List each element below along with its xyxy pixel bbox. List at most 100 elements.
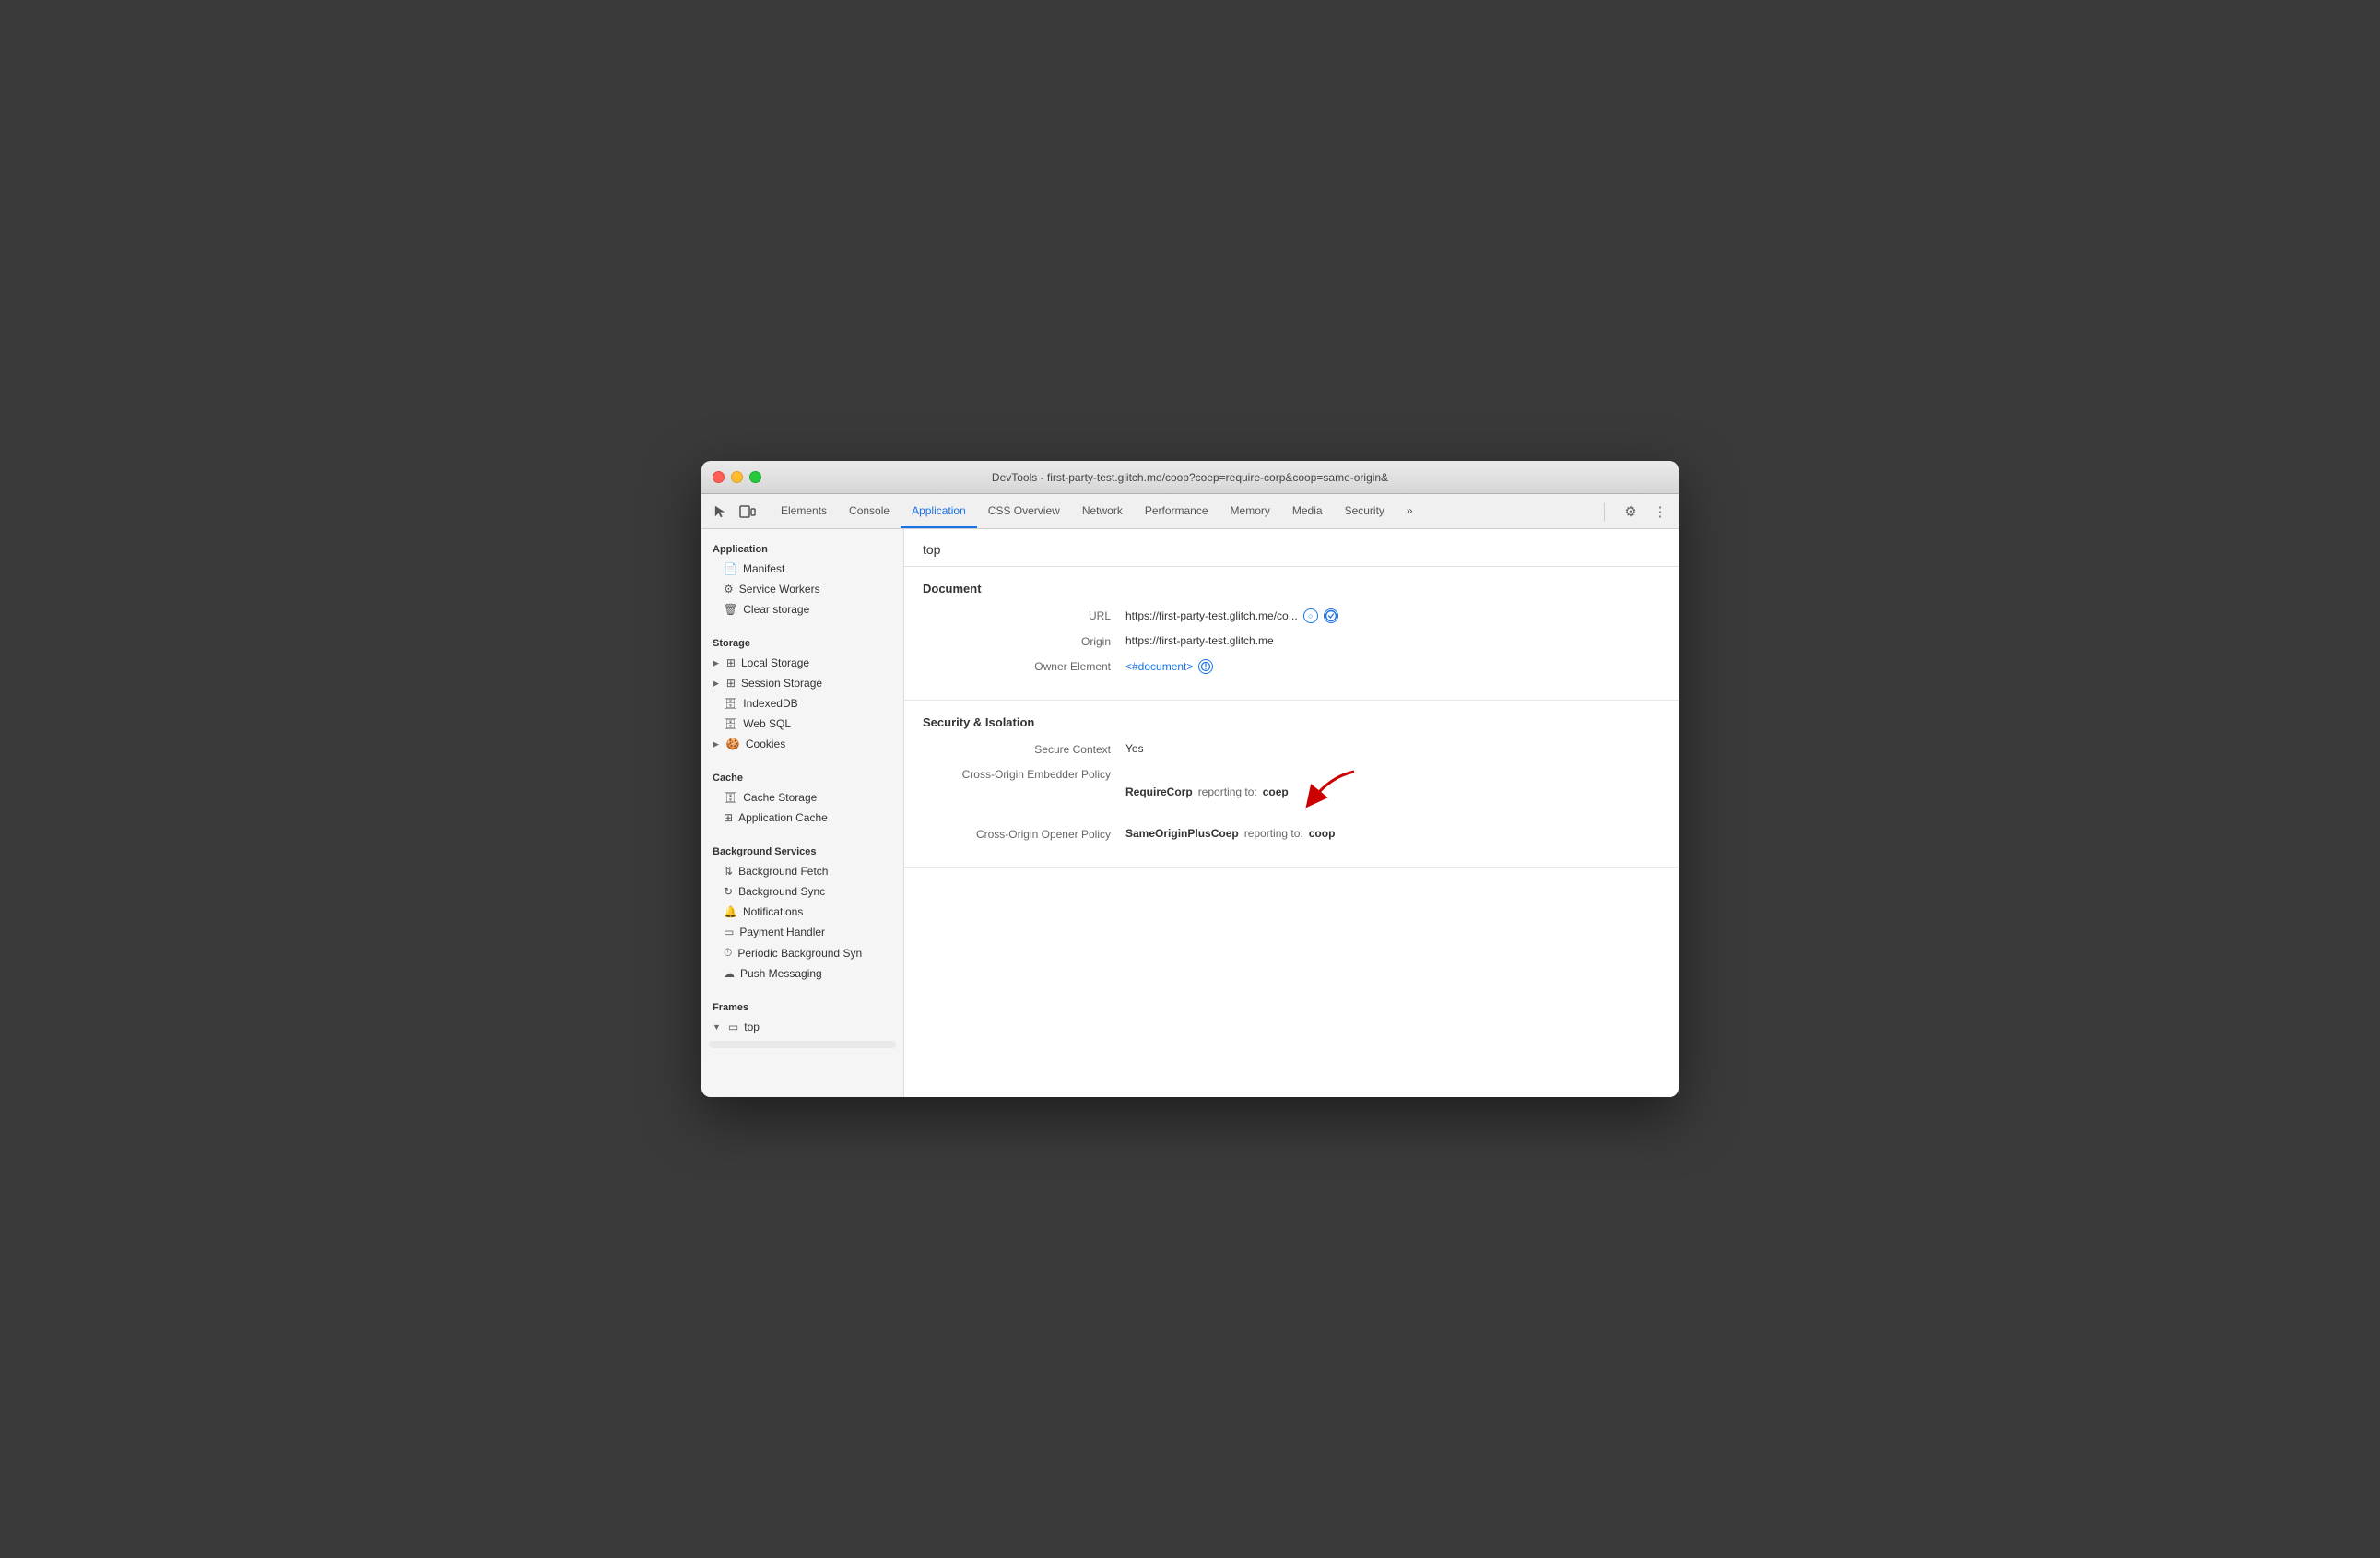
sidebar-item-cache-storage[interactable]: 🗄 Cache Storage bbox=[701, 787, 903, 808]
url-circle-icon-1[interactable]: ○ bbox=[1303, 608, 1318, 623]
coop-value-container: SameOriginPlusCoep reporting to: coop bbox=[1125, 827, 1335, 840]
cookies-icon: 🍪 bbox=[726, 738, 740, 750]
tab-console[interactable]: Console bbox=[838, 494, 901, 528]
background-fetch-icon: ⇅ bbox=[724, 865, 733, 878]
sidebar-item-session-storage[interactable]: ▶ ⊞ Session Storage bbox=[701, 673, 903, 693]
sidebar-item-indexeddb[interactable]: 🗄 IndexedDB bbox=[701, 693, 903, 714]
sidebar-item-application-cache[interactable]: ⊞ Application Cache bbox=[701, 808, 903, 828]
coop-reporting-value: coop bbox=[1309, 827, 1336, 840]
local-storage-icon: ⊞ bbox=[726, 656, 736, 669]
sidebar-item-manifest[interactable]: 📄 Manifest bbox=[701, 559, 903, 579]
device-toggle-icon[interactable] bbox=[736, 501, 759, 523]
sidebar: Application 📄 Manifest ⚙ Service Workers… bbox=[701, 529, 904, 1097]
expand-arrow-icon: ▶ bbox=[713, 658, 719, 668]
periodic-bg-sync-icon: ⏱ bbox=[724, 946, 732, 960]
settings-icon[interactable]: ⚙ bbox=[1620, 501, 1642, 523]
close-button[interactable] bbox=[713, 471, 725, 483]
coep-label: Cross-Origin Embedder Policy bbox=[923, 767, 1125, 781]
sidebar-item-local-storage[interactable]: ▶ ⊞ Local Storage bbox=[701, 653, 903, 673]
tabbar-right-controls: ⚙ ⋮ bbox=[1596, 494, 1671, 528]
sidebar-item-payment-handler[interactable]: ▭ Payment Handler bbox=[701, 922, 903, 942]
coop-value: SameOriginPlusCoep bbox=[1125, 827, 1239, 840]
traffic-lights bbox=[713, 471, 761, 483]
devtools-window: DevTools - first-party-test.glitch.me/co… bbox=[701, 461, 1679, 1097]
sidebar-item-background-sync[interactable]: ↻ Background Sync bbox=[701, 881, 903, 902]
url-value: https://first-party-test.glitch.me/co... bbox=[1125, 609, 1298, 622]
sidebar-item-background-fetch[interactable]: ⇅ Background Fetch bbox=[701, 861, 903, 881]
secure-context-value: Yes bbox=[1125, 742, 1144, 755]
tab-elements[interactable]: Elements bbox=[770, 494, 838, 528]
sidebar-item-push-messaging[interactable]: ☁ Push Messaging bbox=[701, 963, 903, 984]
service-workers-icon: ⚙ bbox=[724, 583, 734, 596]
tab-network[interactable]: Network bbox=[1071, 494, 1134, 528]
security-section: Security & Isolation Secure Context Yes … bbox=[904, 701, 1679, 868]
content-area: top Document URL https://first-party-tes… bbox=[904, 529, 1679, 1097]
secure-context-label: Secure Context bbox=[923, 742, 1125, 756]
app-cache-icon: ⊞ bbox=[724, 811, 733, 824]
sidebar-section-storage: Storage bbox=[701, 631, 903, 653]
url-circle-icon-2[interactable] bbox=[1324, 608, 1338, 623]
secure-context-field-row: Secure Context Yes bbox=[923, 742, 1660, 756]
more-options-icon[interactable]: ⋮ bbox=[1649, 501, 1671, 523]
url-label: URL bbox=[923, 608, 1125, 622]
sidebar-item-top-frame[interactable]: ▼ ▭ top bbox=[701, 1017, 903, 1037]
sidebar-item-service-workers[interactable]: ⚙ Service Workers bbox=[701, 579, 903, 599]
tabbar-tool-icons bbox=[709, 494, 759, 528]
red-arrow-annotation bbox=[1303, 767, 1359, 816]
url-value-container: https://first-party-test.glitch.me/co...… bbox=[1125, 608, 1338, 623]
coep-value-container: RequireCorp reporting to: coep bbox=[1125, 767, 1359, 816]
frame-arrow-icon: ▼ bbox=[713, 1022, 721, 1032]
security-section-title: Security & Isolation bbox=[923, 715, 1660, 729]
sidebar-item-notifications[interactable]: 🔔 Notifications bbox=[701, 902, 903, 922]
owner-element-value[interactable]: <#document> bbox=[1125, 659, 1213, 674]
manifest-icon: 📄 bbox=[724, 562, 737, 575]
owner-element-label: Owner Element bbox=[923, 659, 1125, 673]
maximize-button[interactable] bbox=[749, 471, 761, 483]
tab-application[interactable]: Application bbox=[901, 494, 977, 528]
clear-storage-icon: 🗑 bbox=[724, 603, 737, 616]
sidebar-item-cookies[interactable]: ▶ 🍪 Cookies bbox=[701, 734, 903, 754]
coep-value: RequireCorp bbox=[1125, 785, 1193, 798]
owner-element-field-row: Owner Element <#document> bbox=[923, 659, 1660, 674]
coep-field-row: Cross-Origin Embedder Policy RequireCorp… bbox=[923, 767, 1660, 816]
origin-field-row: Origin https://first-party-test.glitch.m… bbox=[923, 634, 1660, 648]
sidebar-section-frames: Frames bbox=[701, 995, 903, 1017]
payment-handler-icon: ▭ bbox=[724, 926, 734, 938]
tabbar: Elements Console Application CSS Overvie… bbox=[701, 494, 1679, 529]
session-storage-icon: ⊞ bbox=[726, 677, 736, 690]
coop-label: Cross-Origin Opener Policy bbox=[923, 827, 1125, 841]
tab-more[interactable]: » bbox=[1396, 494, 1424, 528]
cursor-icon[interactable] bbox=[709, 501, 731, 523]
coop-field-row: Cross-Origin Opener Policy SameOriginPlu… bbox=[923, 827, 1660, 841]
coop-reporting-label: reporting to: bbox=[1244, 827, 1303, 840]
sidebar-section-cache: Cache bbox=[701, 765, 903, 787]
document-section-title: Document bbox=[923, 582, 1660, 596]
frame-title: top bbox=[904, 529, 1679, 567]
websql-icon: 🗄 bbox=[724, 717, 737, 730]
background-sync-icon: ↻ bbox=[724, 885, 733, 898]
tab-security[interactable]: Security bbox=[1334, 494, 1396, 528]
minimize-button[interactable] bbox=[731, 471, 743, 483]
coep-reporting-label: reporting to: bbox=[1198, 785, 1257, 798]
sidebar-item-periodic-bg-sync[interactable]: ⏱ Periodic Background Syn bbox=[701, 942, 903, 963]
push-messaging-icon: ☁ bbox=[724, 967, 735, 980]
expand-arrow-icon: ▶ bbox=[713, 679, 719, 689]
owner-element-circle-icon[interactable] bbox=[1198, 659, 1213, 674]
sidebar-section-application: Application bbox=[701, 537, 903, 559]
notifications-icon: 🔔 bbox=[724, 905, 737, 918]
window-title: DevTools - first-party-test.glitch.me/co… bbox=[992, 471, 1388, 484]
sidebar-item-clear-storage[interactable]: 🗑 Clear storage bbox=[701, 599, 903, 620]
cache-storage-icon: 🗄 bbox=[724, 791, 737, 804]
origin-value: https://first-party-test.glitch.me bbox=[1125, 634, 1274, 647]
expand-arrow-icon: ▶ bbox=[713, 739, 719, 749]
url-field-row: URL https://first-party-test.glitch.me/c… bbox=[923, 608, 1660, 623]
document-section: Document URL https://first-party-test.gl… bbox=[904, 567, 1679, 701]
tab-media[interactable]: Media bbox=[1281, 494, 1334, 528]
tab-performance[interactable]: Performance bbox=[1134, 494, 1219, 528]
tab-css-overview[interactable]: CSS Overview bbox=[977, 494, 1071, 528]
tab-memory[interactable]: Memory bbox=[1219, 494, 1281, 528]
sidebar-section-background-services: Background Services bbox=[701, 839, 903, 861]
origin-label: Origin bbox=[923, 634, 1125, 648]
main-area: Application 📄 Manifest ⚙ Service Workers… bbox=[701, 529, 1679, 1097]
sidebar-item-websql[interactable]: 🗄 Web SQL bbox=[701, 714, 903, 734]
